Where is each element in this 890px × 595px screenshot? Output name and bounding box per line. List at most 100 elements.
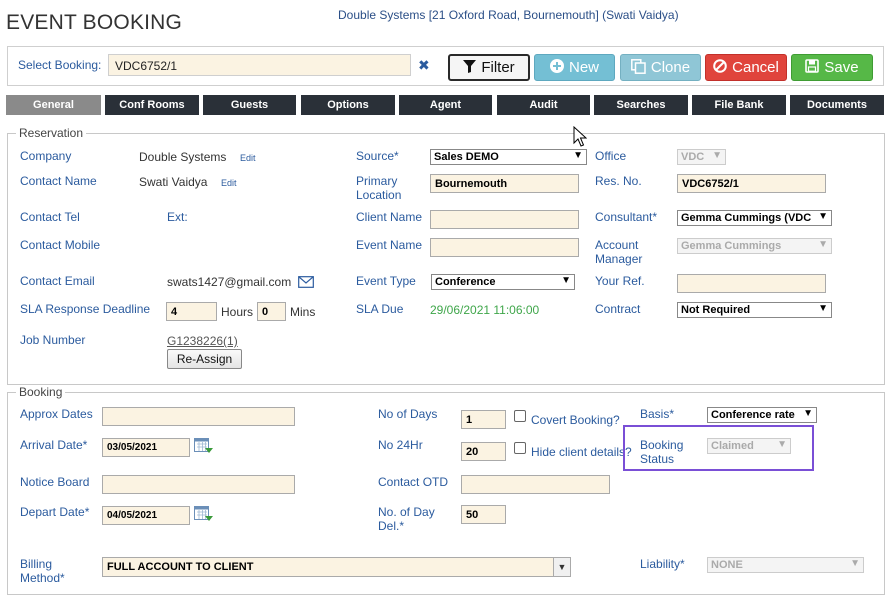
arrival-date-input[interactable]: 03/05/2021 [102, 438, 190, 457]
covert-booking-checkbox[interactable] [514, 410, 526, 422]
contact-email-value[interactable]: swats1427@gmail.com [167, 275, 291, 289]
ext-label: Ext: [167, 210, 188, 224]
hide-client-label: Hide client details? [531, 445, 632, 459]
sla-due-label: SLA Due [356, 302, 404, 316]
chevron-down-icon[interactable]: ▼ [553, 558, 570, 576]
close-icon[interactable]: ✖ [418, 57, 430, 74]
chevron-down-icon: ▼ [818, 239, 828, 250]
reassign-button[interactable]: Re-Assign [167, 349, 242, 369]
job-number-link[interactable]: G1238226(1) [167, 334, 238, 348]
client-name-input[interactable] [430, 210, 579, 229]
contact-name-edit-link[interactable]: Edit [221, 178, 237, 188]
contact-otd-input[interactable] [461, 475, 610, 494]
consultant-value: Gemma Cummings (VDC [681, 212, 812, 224]
new-label: New [568, 59, 599, 76]
calendar-icon[interactable] [194, 506, 213, 522]
sla-deadline-label: SLA Response Deadline [20, 302, 151, 316]
filter-button[interactable]: Filter [448, 54, 530, 81]
chevron-down-icon: ▼ [573, 150, 583, 161]
account-manager-label-2: Manager [595, 252, 643, 266]
cancel-label: Cancel [732, 59, 779, 76]
billing-method-select[interactable]: FULL ACCOUNT TO CLIENT [102, 557, 571, 577]
tab-options[interactable]: Options [301, 95, 395, 115]
ban-icon [713, 59, 727, 76]
basis-select[interactable]: Conference rate ▼ [707, 407, 817, 423]
approx-dates-input[interactable] [102, 407, 295, 426]
account-manager-label-1: Account [595, 238, 639, 252]
tab-file-bank[interactable]: File Bank [692, 95, 786, 115]
no-of-days-input[interactable]: 1 [461, 410, 506, 429]
arrival-date-label: Arrival Date* [20, 438, 88, 452]
chevron-down-icon: ▼ [818, 303, 828, 314]
company-label: Company [20, 149, 72, 163]
tab-guests[interactable]: Guests [203, 95, 296, 115]
reservation-legend: Reservation [19, 126, 84, 140]
res-no-input[interactable]: VDC6752/1 [677, 174, 826, 193]
contact-email-label: Contact Email [20, 274, 95, 288]
mins-label: Mins [290, 305, 316, 319]
primary-location-input[interactable]: Bournemouth [430, 174, 579, 193]
company-edit-link[interactable]: Edit [240, 153, 256, 163]
event-type-select[interactable]: Conference ▼ [431, 274, 575, 290]
tab-agent[interactable]: Agent [399, 95, 492, 115]
basis-label: Basis* [640, 407, 675, 421]
booking-status-select: Claimed ▼ [707, 438, 791, 454]
event-type-label: Event Type [356, 274, 416, 288]
booking-legend: Booking [19, 385, 63, 399]
clone-button[interactable]: Clone [620, 54, 701, 81]
hide-client-checkbox[interactable] [514, 442, 526, 454]
no-day-del-label-1: No. of Day [378, 505, 435, 519]
sla-mins-input[interactable]: 0 [257, 302, 286, 321]
no-24hr-label: No 24Hr [378, 438, 423, 452]
chevron-down-icon: ▼ [818, 211, 828, 222]
tab-documents[interactable]: Documents [790, 95, 884, 115]
chevron-down-icon: ▼ [561, 275, 571, 286]
booking-status-label-2: Status [640, 452, 675, 466]
contact-name-value: Swati Vaidya [139, 175, 208, 189]
notice-board-input[interactable] [102, 475, 295, 494]
source-select[interactable]: Sales DEMO ▼ [430, 149, 587, 165]
office-label: Office [595, 149, 627, 163]
booking-select-input[interactable]: VDC6752/1 [108, 54, 411, 76]
consultant-label: Consultant* [595, 210, 658, 224]
save-button[interactable]: Save [791, 54, 873, 81]
liability-label: Liability* [640, 557, 685, 571]
depart-date-input[interactable]: 04/05/2021 [102, 506, 190, 525]
billing-method-label-1: Billing [20, 557, 53, 571]
plus-circle-icon [549, 59, 564, 76]
client-name-label: Client Name [356, 210, 423, 224]
copy-icon [630, 58, 646, 77]
floppy-disk-icon [805, 59, 820, 76]
booking-status-value: Claimed [711, 440, 754, 452]
tab-conf-rooms[interactable]: Conf Rooms [105, 95, 199, 115]
select-booking-label: Select Booking: [18, 58, 102, 72]
consultant-select[interactable]: Gemma Cummings (VDC ▼ [677, 210, 832, 226]
billing-method-value: FULL ACCOUNT TO CLIENT [107, 561, 254, 573]
event-name-input[interactable] [430, 238, 579, 257]
your-ref-input[interactable] [677, 274, 826, 293]
tab-searches[interactable]: Searches [594, 95, 688, 115]
liability-value: NONE [711, 559, 743, 571]
no-24hr-input[interactable]: 20 [461, 442, 506, 461]
no-day-del-input[interactable]: 50 [461, 505, 506, 524]
covert-booking-label: Covert Booking? [531, 413, 620, 427]
sla-hours-input[interactable]: 4 [166, 302, 217, 321]
contact-name-label: Contact Name [20, 174, 97, 188]
cancel-button[interactable]: Cancel [705, 54, 787, 81]
office-value: VDC [681, 151, 705, 163]
envelope-icon[interactable] [298, 276, 314, 291]
tab-general[interactable]: General [6, 95, 101, 115]
liability-select: NONE ▼ [707, 557, 864, 573]
tab-audit[interactable]: Audit [497, 95, 590, 115]
contract-select[interactable]: Not Required ▼ [677, 302, 832, 318]
new-button[interactable]: New [534, 54, 615, 81]
hours-label: Hours [221, 305, 254, 319]
calendar-icon[interactable] [194, 438, 213, 454]
chevron-down-icon: ▼ [803, 408, 813, 419]
contact-tel-label: Contact Tel [20, 210, 80, 224]
sla-due-value: 29/06/2021 11:06:00 [430, 303, 540, 317]
page-title: EVENT BOOKING [6, 11, 183, 34]
primary-location-label-1: Primary [356, 174, 398, 188]
chevron-down-icon: ▼ [712, 150, 722, 161]
source-value: Sales DEMO [434, 151, 499, 163]
